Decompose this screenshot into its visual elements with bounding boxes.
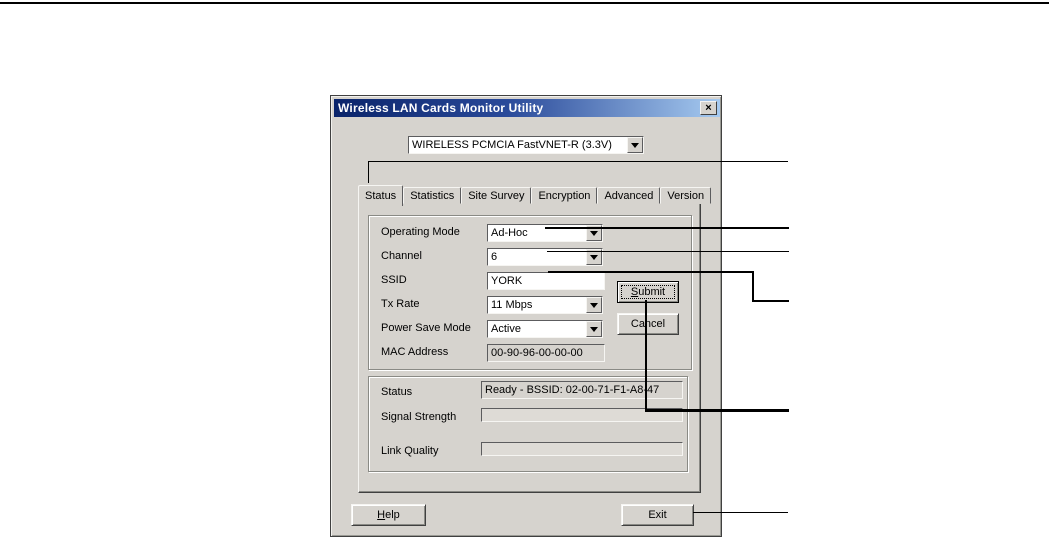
figure-page: Wireless LAN Cards Monitor Utility × WIR… <box>0 0 1049 542</box>
chevron-down-icon <box>631 142 639 152</box>
ssid-input[interactable]: YORK <box>487 272 605 290</box>
operating-mode-value: Ad-Hoc <box>491 227 528 239</box>
chevron-down-icon <box>590 230 598 240</box>
operating-mode-arrow[interactable] <box>586 225 602 241</box>
help-button[interactable]: Help <box>351 504 426 526</box>
tab-advanced[interactable]: Advanced <box>597 187 661 204</box>
operating-mode-select[interactable]: Ad-Hoc <box>487 224 603 242</box>
tab-statistics[interactable]: Statistics <box>403 187 462 204</box>
mac-address-value: 00-90-96-00-00-00 <box>491 347 583 359</box>
submit-button[interactable]: Submit <box>617 281 679 303</box>
top-divider <box>0 2 1049 4</box>
chevron-down-icon <box>590 254 598 264</box>
status-value: Ready - BSSID: 02-00-71-F1-A8-47 <box>485 384 660 396</box>
title-bar: Wireless LAN Cards Monitor Utility × <box>334 99 720 117</box>
close-icon: × <box>705 101 712 114</box>
ssid-label: SSID <box>381 274 407 286</box>
wireless-monitor-window: Wireless LAN Cards Monitor Utility × WIR… <box>330 95 722 537</box>
ssid-value: YORK <box>491 275 523 287</box>
chevron-down-icon <box>590 302 598 312</box>
mac-address-label: MAC Address <box>381 346 449 358</box>
signal-strength-label: Signal Strength <box>381 411 457 423</box>
chevron-down-icon <box>590 326 598 336</box>
tab-strip: Status Statistics Site Survey Encryption… <box>358 183 712 206</box>
status-field: Ready - BSSID: 02-00-71-F1-A8-47 <box>481 381 683 399</box>
callout-line-ssid-end <box>752 300 789 302</box>
tx-rate-label: Tx Rate <box>381 298 420 310</box>
mac-address-field: 00-90-96-00-00-00 <box>487 344 605 362</box>
submit-label: Submit <box>630 286 666 298</box>
tab-status[interactable]: Status <box>358 185 404 206</box>
exit-label: Exit <box>648 509 667 521</box>
tab-version[interactable]: Version <box>660 187 712 204</box>
power-save-select[interactable]: Active <box>487 320 603 338</box>
tab-page-status: Operating Mode Channel SSID Tx Rate Powe… <box>358 203 701 493</box>
tx-rate-arrow[interactable] <box>586 297 602 313</box>
channel-label: Channel <box>381 250 422 262</box>
operating-mode-label: Operating Mode <box>381 226 460 238</box>
device-selector-value: WIRELESS PCMCIA FastVNET-R (3.3V) <box>412 139 612 151</box>
tab-site-survey[interactable]: Site Survey <box>461 187 532 204</box>
tab-encryption[interactable]: Encryption <box>531 187 598 204</box>
link-quality-label: Link Quality <box>381 445 439 457</box>
callout-line-ssid-vertical <box>752 271 754 302</box>
window-title: Wireless LAN Cards Monitor Utility <box>338 101 544 115</box>
tx-rate-value: 11 Mbps <box>491 299 533 311</box>
signal-strength-bar <box>481 408 683 422</box>
channel-arrow[interactable] <box>586 249 602 265</box>
link-quality-bar <box>481 442 683 456</box>
device-selector[interactable]: WIRELESS PCMCIA FastVNET-R (3.3V) <box>408 136 644 154</box>
power-save-value: Active <box>491 323 521 335</box>
cancel-button[interactable]: Cancel <box>617 313 679 335</box>
status-group: Status Signal Strength Link Quality Read… <box>368 376 688 472</box>
device-selector-arrow[interactable] <box>627 137 643 153</box>
power-save-label: Power Save Mode <box>381 322 471 334</box>
status-label: Status <box>381 386 413 398</box>
channel-value: 6 <box>491 251 498 263</box>
help-label: Help <box>377 509 400 521</box>
close-button[interactable]: × <box>700 101 717 115</box>
power-save-arrow[interactable] <box>586 321 602 337</box>
exit-button[interactable]: Exit <box>621 504 694 526</box>
channel-select[interactable]: 6 <box>487 248 603 266</box>
cancel-label: Cancel <box>630 318 666 330</box>
tx-rate-select[interactable]: 11 Mbps <box>487 296 603 314</box>
